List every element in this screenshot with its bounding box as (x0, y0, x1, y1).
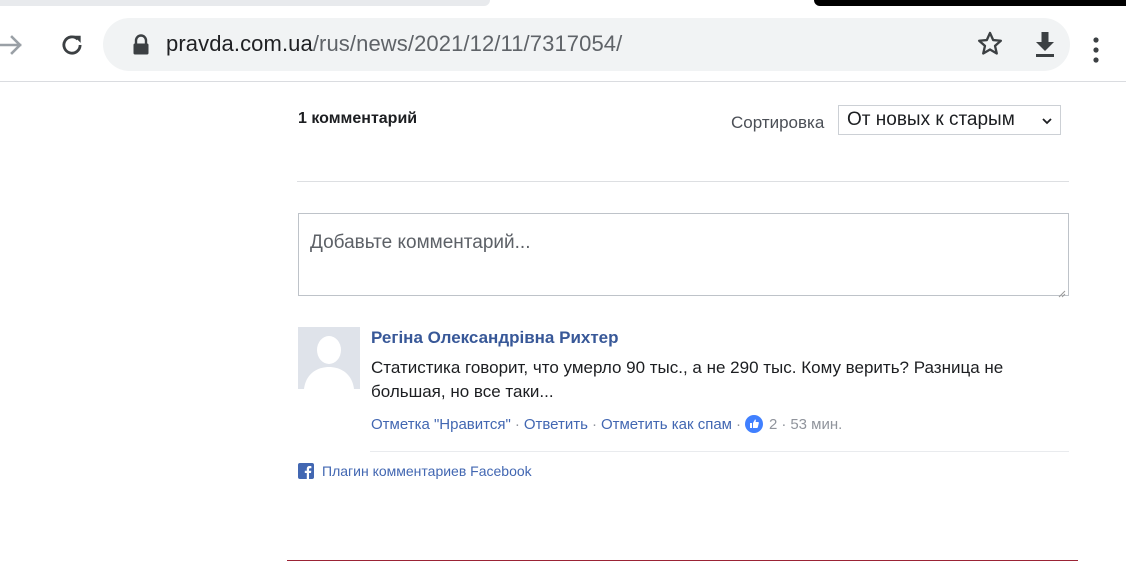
forward-arrow-icon[interactable] (0, 30, 26, 60)
divider (370, 451, 1069, 452)
separator-dot: · (514, 415, 520, 433)
chevron-down-icon (1041, 114, 1053, 126)
reply-link[interactable]: Ответить (524, 416, 588, 433)
comment-input-placeholder: Добавьте комментарий... (310, 232, 531, 253)
like-action-link[interactable]: Отметка "Нравится" (371, 416, 511, 433)
comment-text: Статистика говорит, что умерло 90 тыс., … (371, 358, 1004, 401)
mark-as-spam-link[interactable]: Отметить как спам (601, 416, 732, 433)
url-host: pravda.com.ua (166, 31, 313, 56)
browser-toolbar: pravda.com.ua/rus/news/2021/12/11/731705… (0, 6, 1126, 82)
facebook-plugin-label[interactable]: Плагин комментариев Facebook (322, 463, 532, 479)
url-path: /rus/news/2021/12/11/7317054/ (312, 31, 623, 56)
like-count[interactable]: 2 (769, 416, 777, 433)
download-icon[interactable] (1031, 29, 1059, 59)
divider (297, 181, 1069, 182)
separator-dot: · (781, 415, 787, 433)
comment-actions: Отметка "Нравится" · Ответить · Отметить… (371, 415, 842, 433)
facebook-plugin-link[interactable]: Плагин комментариев Facebook (298, 463, 532, 479)
separator-dot: · (735, 415, 741, 433)
lock-icon[interactable] (131, 34, 151, 56)
avatar[interactable] (298, 327, 360, 389)
comment-timestamp[interactable]: 53 мин. (790, 416, 842, 433)
sort-selected-value: От новых к старым (847, 109, 1015, 130)
resize-grip-icon[interactable] (1058, 285, 1066, 298)
section-divider (287, 560, 1078, 561)
thumbs-up-icon (744, 415, 763, 433)
address-bar[interactable]: pravda.com.ua/rus/news/2021/12/11/731705… (103, 18, 1070, 71)
sort-label: Сортировка (731, 113, 825, 132)
bookmark-star-icon[interactable] (976, 30, 1004, 58)
facebook-icon (298, 463, 314, 479)
comment-author-link[interactable]: Регіна Олександрівна Рихтер (371, 328, 619, 348)
comment-count: 1 комментарий (298, 110, 418, 127)
sort-dropdown[interactable]: От новых к старым (838, 105, 1061, 135)
url-text: pravda.com.ua/rus/news/2021/12/11/731705… (166, 30, 622, 58)
more-options-icon[interactable] (1081, 32, 1111, 68)
separator-dot: · (591, 415, 597, 433)
comment-input[interactable]: Добавьте комментарий... (298, 213, 1069, 298)
reload-icon[interactable] (55, 28, 89, 62)
